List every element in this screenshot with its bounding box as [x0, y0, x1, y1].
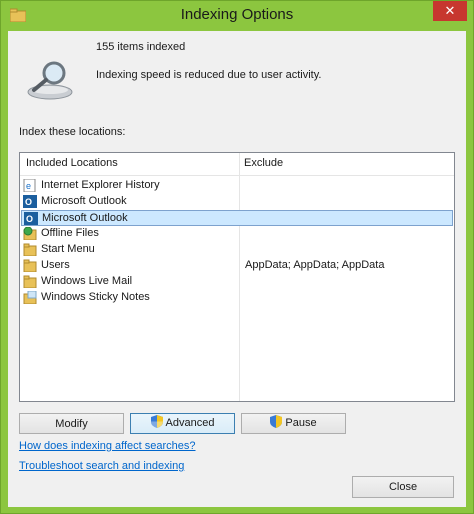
advanced-button[interactable]: Advanced	[130, 413, 235, 434]
location-label: Offline Files	[41, 227, 99, 239]
window-title: Indexing Options	[180, 6, 294, 23]
indexing-magnifier-icon	[27, 61, 73, 100]
troubleshoot-search-link[interactable]: Troubleshoot search and indexing	[19, 460, 184, 472]
location-row-sticky-notes[interactable]: Windows Sticky Notes	[21, 290, 453, 306]
items-indexed-count: 155 items indexed	[96, 41, 186, 53]
advanced-button-label: Advanced	[165, 417, 215, 429]
location-label: Windows Live Mail	[41, 275, 133, 287]
locations-section-label: Index these locations:	[19, 126, 126, 138]
locations-list-header: Included Locations Exclude	[20, 153, 454, 176]
location-row-outlook-selected[interactable]: O Microsoft Outlook	[21, 210, 453, 226]
column-included-locations[interactable]: Included Locations	[26, 157, 118, 169]
location-label: Microsoft Outlook	[41, 195, 127, 207]
uac-shield-icon	[150, 415, 163, 428]
svg-text:O: O	[25, 197, 32, 207]
outlook-icon: O	[24, 212, 38, 225]
location-label: Users	[41, 259, 70, 271]
svg-text:O: O	[26, 214, 33, 224]
location-row-ie-history[interactable]: e Internet Explorer History	[21, 178, 453, 194]
offline-files-icon	[23, 227, 37, 240]
folder-icon	[23, 259, 37, 272]
close-button[interactable]: Close	[352, 476, 454, 498]
column-exclude[interactable]: Exclude	[244, 157, 283, 169]
location-label: Start Menu	[41, 243, 95, 255]
location-row-outlook[interactable]: O Microsoft Outlook	[21, 194, 453, 210]
location-row-users[interactable]: Users AppData; AppData; AppData	[21, 258, 453, 274]
folder-icon	[23, 243, 37, 256]
modify-button[interactable]: Modify	[19, 413, 124, 434]
title-bar[interactable]: Indexing Options ✕	[1, 1, 473, 31]
svg-text:e: e	[26, 181, 31, 191]
indexing-options-window: Indexing Options ✕ 155 items indexed Ind…	[0, 0, 474, 514]
how-indexing-affects-searches-link[interactable]: How does indexing affect searches?	[19, 440, 196, 452]
pause-button-label: Pause	[285, 417, 317, 429]
location-label: Windows Sticky Notes	[41, 291, 150, 303]
pause-button[interactable]: Pause	[241, 413, 346, 434]
indexing-speed-message: Indexing speed is reduced due to user ac…	[96, 69, 322, 81]
uac-shield-icon	[270, 415, 283, 428]
title-close-button[interactable]: ✕	[433, 1, 467, 21]
sticky-notes-icon	[23, 291, 37, 304]
location-row-offline-files[interactable]: Offline Files	[21, 226, 453, 242]
location-row-windows-live-mail[interactable]: Windows Live Mail	[21, 274, 453, 290]
dialog-client-area: 155 items indexed Indexing speed is redu…	[8, 31, 466, 507]
location-row-start-menu[interactable]: Start Menu	[21, 242, 453, 258]
locations-list[interactable]: Included Locations Exclude e Internet Ex…	[19, 152, 455, 402]
outlook-icon: O	[23, 195, 37, 208]
location-label: Microsoft Outlook	[42, 212, 128, 224]
ie-history-icon: e	[23, 179, 36, 192]
folder-icon	[23, 275, 37, 288]
location-exclude: AppData; AppData; AppData	[245, 259, 385, 271]
location-label: Internet Explorer History	[41, 179, 160, 191]
